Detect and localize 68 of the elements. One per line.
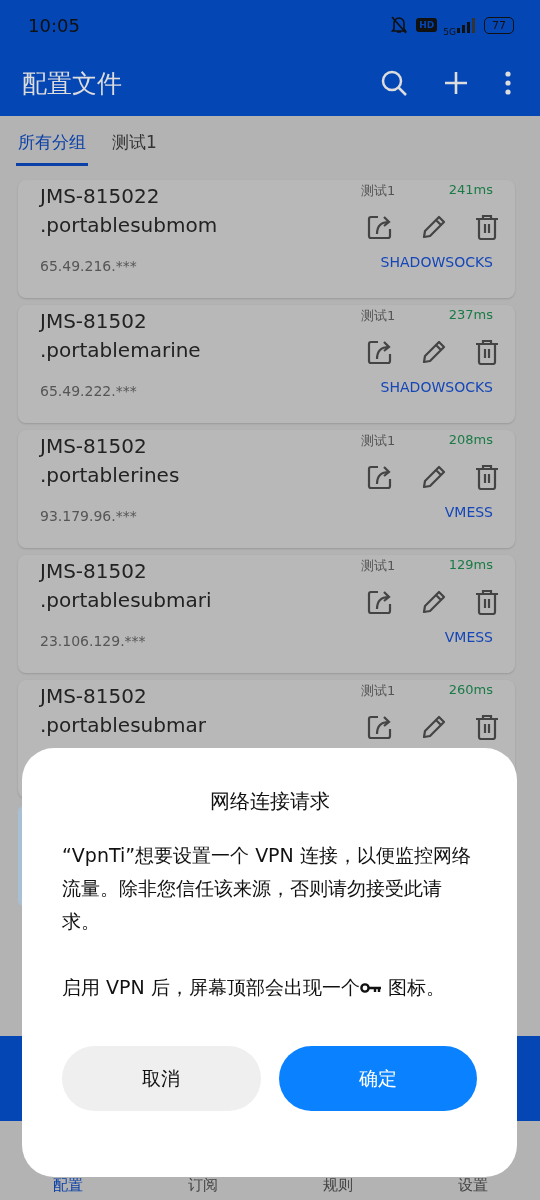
- signal-icon: [456, 17, 478, 33]
- app-title: 配置文件: [22, 67, 123, 100]
- status-time: 10:05: [28, 14, 80, 36]
- dialog-note: 启用 VPN 后，屏幕顶部会出现一个: [62, 976, 360, 998]
- profile-host: .portablerines: [40, 462, 180, 489]
- nav-item[interactable]: 设置: [451, 1175, 494, 1196]
- latency: 260ms: [448, 682, 493, 699]
- dialog-note: 图标。: [387, 976, 445, 998]
- profile-name: JMS-81502: [40, 558, 148, 585]
- share-icon[interactable]: [367, 589, 393, 615]
- share-icon[interactable]: [367, 714, 393, 740]
- edit-icon[interactable]: [421, 589, 447, 615]
- server-address: 93.179.96.***: [40, 508, 138, 524]
- dialog-message: “VpnTi”想要设置一个 VPN 连接，以便监控网络流量。除非您信任该来源，否则请勿接受此请求。: [62, 843, 472, 934]
- profile-name: JMS-81502: [40, 308, 148, 335]
- server-address: 65.49.222.***: [40, 383, 138, 399]
- cancel-button[interactable]: 取消: [62, 1046, 261, 1111]
- delete-icon[interactable]: [475, 339, 499, 365]
- nav-item[interactable]: 订阅: [181, 1175, 224, 1196]
- edit-icon[interactable]: [421, 214, 447, 240]
- protocol-type: VMESS: [444, 504, 493, 520]
- edit-icon[interactable]: [421, 464, 447, 490]
- profile-card[interactable]: JMS-81502 .portablerines 93.179.96.*** 测试1 208ms VMESS: [18, 430, 515, 548]
- edit-icon[interactable]: [421, 339, 447, 365]
- latency: 241ms: [448, 182, 493, 199]
- network-label: 5G: [443, 27, 456, 37]
- battery-indicator: 77: [484, 16, 514, 34]
- group-label: 测试1: [361, 182, 396, 200]
- protocol-type: VMESS: [444, 629, 493, 645]
- profile-card[interactable]: JMS-81502 .portablesubmari 23.106.129.*** 测试1 129ms VMESS: [18, 555, 515, 673]
- latency: 237ms: [448, 307, 493, 324]
- key-icon: [359, 982, 382, 994]
- edit-icon[interactable]: [421, 714, 447, 740]
- more-icon[interactable]: [504, 71, 512, 95]
- group-label: 测试1: [361, 682, 396, 700]
- profile-name: JMS-81502: [40, 433, 148, 460]
- protocol-type: SHADOWSOCKS: [380, 379, 493, 395]
- search-icon[interactable]: [380, 69, 408, 97]
- delete-icon[interactable]: [475, 714, 499, 740]
- profile-host: .portablesubmari: [40, 587, 212, 614]
- protocol-type: SHADOWSOCKS: [380, 254, 493, 270]
- share-icon[interactable]: [367, 339, 393, 365]
- profile-host: .portablesubmom: [40, 212, 218, 239]
- delete-icon[interactable]: [475, 214, 499, 240]
- profile-name: JMS-815022: [40, 183, 161, 210]
- profile-card[interactable]: JMS-815022 .portablesubmom 65.49.216.*** 测试1 241ms SHADOWSOCKS: [18, 180, 515, 298]
- group-label: 测试1: [361, 432, 396, 450]
- profile-name: JMS-81502: [40, 683, 148, 710]
- hd-badge: HD: [416, 18, 438, 32]
- group-label: 测试1: [361, 557, 396, 575]
- delete-icon[interactable]: [475, 464, 499, 490]
- add-icon[interactable]: [444, 71, 468, 95]
- profile-host: .portablesubmar: [40, 712, 206, 739]
- confirm-button[interactable]: 确定: [278, 1046, 477, 1111]
- latency: 129ms: [448, 557, 493, 574]
- group-label: 测试1: [361, 307, 396, 325]
- profile-host: .portablemarine: [40, 337, 201, 364]
- group-tab[interactable]: 测试1: [110, 116, 159, 166]
- nav-item[interactable]: 配置: [46, 1175, 89, 1196]
- share-icon[interactable]: [367, 464, 393, 490]
- delete-icon[interactable]: [475, 589, 499, 615]
- group-tab[interactable]: 所有分组: [16, 116, 88, 166]
- server-address: 65.49.216.***: [40, 258, 138, 274]
- share-icon[interactable]: [367, 214, 393, 240]
- latency: 208ms: [448, 432, 493, 449]
- server-address: 23.106.129.***: [40, 633, 147, 649]
- nav-item[interactable]: 规则: [316, 1175, 359, 1196]
- profile-card[interactable]: JMS-81502 .portablemarine 65.49.222.*** 测试1 237ms SHADOWSOCKS: [18, 305, 515, 423]
